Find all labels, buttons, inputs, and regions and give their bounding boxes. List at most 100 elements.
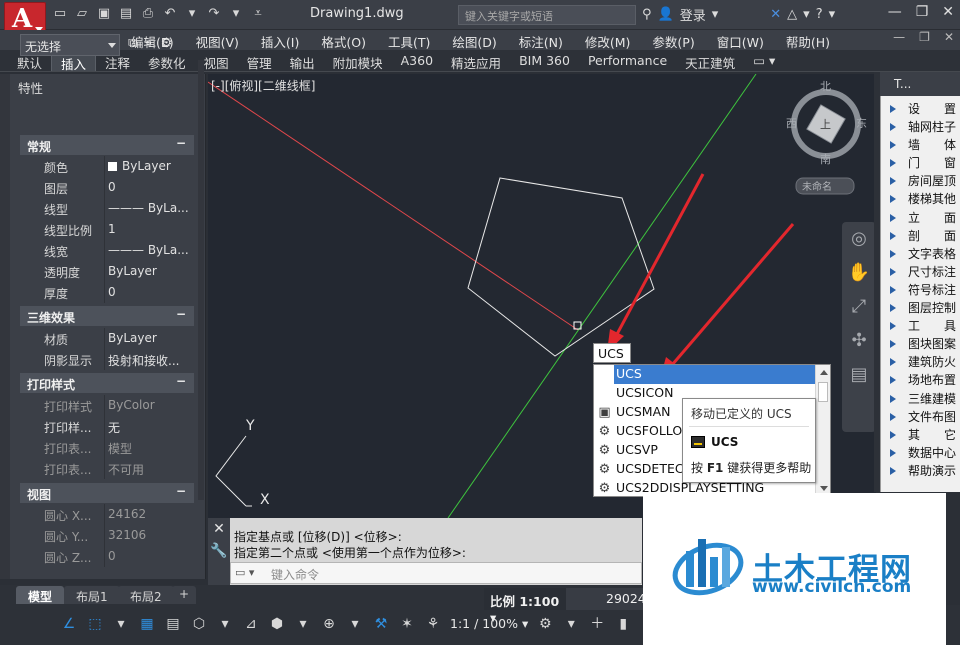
- restore-icon[interactable]: ❐: [916, 4, 929, 20]
- tab-featured-apps[interactable]: 精选应用: [442, 50, 510, 71]
- annotation-scale-icon[interactable]: ⚘: [424, 614, 442, 634]
- prop-row-color[interactable]: 颜色 ByLayer: [20, 156, 194, 177]
- dynamic-ucs-icon[interactable]: ∠: [60, 614, 78, 634]
- showmotion-icon[interactable]: ▤: [842, 358, 876, 392]
- zoom-dropdown[interactable]: 1:1 / 100% ▾: [450, 614, 528, 634]
- section-plot-style[interactable]: 打印样式 −: [20, 373, 194, 393]
- autocomplete-scrollbar[interactable]: [815, 365, 830, 496]
- prop-row-lineweight[interactable]: 线宽 ——— ByLa...: [20, 240, 194, 261]
- menu-parametric[interactable]: 参数(P): [641, 30, 705, 50]
- quick-properties-icon[interactable]: ▤: [164, 614, 182, 634]
- tab-performance[interactable]: Performance: [579, 50, 676, 71]
- menu-help[interactable]: 帮助(H): [775, 30, 841, 50]
- customize-wrench-icon[interactable]: 🔧: [208, 540, 230, 562]
- tool-item-wall[interactable]: 墙 体: [884, 136, 960, 154]
- scroll-thumb[interactable]: [818, 382, 828, 402]
- minimize-icon[interactable]: —: [888, 4, 902, 20]
- tab-tangent[interactable]: 天正建筑: [676, 50, 744, 71]
- quick-select-icon[interactable]: ⚙: [161, 36, 173, 51]
- dropdown-icon[interactable]: ▾: [216, 614, 234, 634]
- annotation-monitor-icon[interactable]: ⊕: [320, 614, 338, 634]
- prop-row-plot-table-attached[interactable]: 打印表... 模型: [20, 437, 194, 458]
- undo-icon[interactable]: ↶: [162, 6, 178, 22]
- tool-item-site[interactable]: 场地布置: [884, 371, 960, 389]
- print-icon[interactable]: ⎙: [140, 6, 156, 22]
- tool-item-help[interactable]: 帮助演示: [884, 462, 960, 480]
- tool-item-door-window[interactable]: 门 窗: [884, 154, 960, 172]
- transparency-icon[interactable]: ▦: [138, 614, 156, 634]
- autocomplete-item[interactable]: UCS: [614, 365, 816, 384]
- auto-scale-icon[interactable]: ✶: [398, 614, 416, 634]
- redo-dropdown-icon[interactable]: ▾: [228, 6, 244, 22]
- pan-hand-icon[interactable]: ✋: [842, 256, 876, 290]
- viewport-controls[interactable]: [-][俯视][二维线框]: [211, 77, 315, 94]
- selection-cycling-icon[interactable]: ⬚: [86, 614, 104, 634]
- tool-item-layout[interactable]: 文件布图: [884, 408, 960, 426]
- tab-parametric[interactable]: 参数化: [139, 50, 195, 71]
- 3d-osnap-icon[interactable]: ⬡: [190, 614, 208, 634]
- help-dropdown-icon[interactable]: ▾: [829, 7, 836, 22]
- redo-icon[interactable]: ↷: [206, 6, 222, 22]
- annotation-visibility-icon[interactable]: ⚒: [372, 614, 390, 634]
- prop-row-ltscale[interactable]: 线型比例 1: [20, 219, 194, 240]
- pentagon-shape[interactable]: [467, 177, 655, 357]
- tool-item-symbol[interactable]: 符号标注: [884, 281, 960, 299]
- toggle-pickadd-icon[interactable]: ⧉: [128, 36, 137, 51]
- tool-item-settings[interactable]: 设 置: [884, 100, 960, 118]
- section-general[interactable]: 常规 −: [20, 135, 194, 155]
- save-icon[interactable]: ▣: [96, 6, 112, 22]
- zoom-extents-icon[interactable]: ⤢: [842, 290, 876, 324]
- customize-qat-icon[interactable]: ⩡: [250, 6, 266, 22]
- menu-draw[interactable]: 绘图(D): [441, 30, 507, 50]
- select-objects-icon[interactable]: ⌖: [145, 36, 152, 51]
- scroll-down-icon[interactable]: [820, 486, 828, 491]
- tool-item-elevation[interactable]: 立 面: [884, 209, 960, 227]
- tab-layout2[interactable]: 布局2: [118, 586, 174, 604]
- section-view[interactable]: 视图 −: [20, 483, 194, 503]
- tool-item-grid[interactable]: 轴网柱子: [884, 118, 960, 136]
- tool-item-stairs[interactable]: 楼梯其他: [884, 190, 960, 208]
- dynamic-input-icon[interactable]: ⊿: [242, 614, 260, 634]
- menu-modify[interactable]: 修改(M): [574, 30, 642, 50]
- menu-format[interactable]: 格式(O): [310, 30, 377, 50]
- palette-strip[interactable]: [0, 74, 10, 579]
- prop-row-thickness[interactable]: 厚度 0: [20, 282, 194, 303]
- prop-row-plotstyle[interactable]: 打印样式 ByColor: [20, 395, 194, 416]
- tool-item-other[interactable]: 其 它: [884, 426, 960, 444]
- isolate-objects-icon[interactable]: ▮: [614, 614, 632, 634]
- tab-manage[interactable]: 管理: [238, 50, 281, 71]
- tab-a360[interactable]: A360: [392, 50, 442, 71]
- dropdown-icon[interactable]: ▾: [346, 614, 364, 634]
- steering-wheel-icon[interactable]: ◎: [842, 222, 876, 256]
- scroll-up-icon[interactable]: [820, 370, 828, 375]
- add-layout-button[interactable]: +: [172, 586, 197, 604]
- command-prompt-icon[interactable]: ▭ ▾: [235, 566, 254, 579]
- login-dropdown-icon[interactable]: ▾: [712, 7, 719, 22]
- collapse-icon[interactable]: −: [176, 374, 186, 388]
- prop-row-plotstyle-table[interactable]: 打印样... 无: [20, 416, 194, 437]
- viewcube[interactable]: 上 北 南 西 东 未命名: [786, 80, 867, 195]
- collapse-icon[interactable]: −: [176, 136, 186, 150]
- section-3d-effects[interactable]: 三维效果 −: [20, 306, 194, 326]
- search-input[interactable]: 键入关键字或短语: [458, 5, 636, 25]
- tab-addins[interactable]: 附加模块: [324, 50, 392, 71]
- ribbon-toggle-icon[interactable]: ▭ ▾: [744, 50, 784, 71]
- new-icon[interactable]: ▭: [52, 6, 68, 22]
- prop-row-layer[interactable]: 图层 0: [20, 177, 194, 198]
- tools-dropdown-icon[interactable]: ▾: [803, 7, 810, 22]
- tool-item-dimension[interactable]: 尺寸标注: [884, 263, 960, 281]
- tool-item-text-table[interactable]: 文字表格: [884, 245, 960, 263]
- dropdown-icon[interactable]: ▾: [112, 614, 130, 634]
- prop-row-transparency[interactable]: 透明度 ByLayer: [20, 261, 194, 282]
- tool-item-data[interactable]: 数据中心: [884, 444, 960, 462]
- doc-restore-icon[interactable]: ❐: [919, 30, 930, 44]
- menu-view[interactable]: 视图(V): [185, 30, 250, 50]
- prop-row-linetype[interactable]: 线型 ——— ByLa...: [20, 198, 194, 219]
- prop-row-center-y[interactable]: 圆心 Y... 32106: [20, 525, 194, 546]
- tab-layout1[interactable]: 布局1: [64, 586, 120, 604]
- annotation-monitor-plus-icon[interactable]: ＋: [588, 614, 606, 634]
- menu-insert[interactable]: 插入(I): [250, 30, 310, 50]
- annotation-scale[interactable]: 比例 1:100 ▾: [484, 588, 566, 625]
- a360-icon[interactable]: △: [787, 7, 797, 22]
- tool-item-fire[interactable]: 建筑防火: [884, 353, 960, 371]
